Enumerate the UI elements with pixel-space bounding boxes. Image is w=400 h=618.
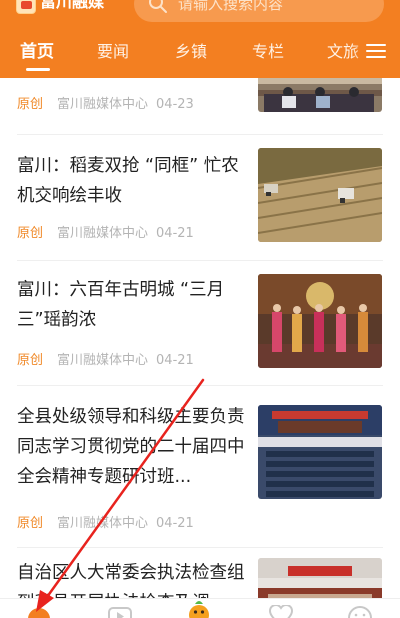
article-tag: 原创: [17, 226, 44, 241]
article-date: 04-21: [156, 226, 194, 241]
app-name: 富川融媒: [40, 0, 105, 11]
app-screen: 富川融媒 请输入搜索内容 首页 要闻 乡镇 专栏 文旅 原创 富川融媒体中心 0…: [0, 0, 400, 618]
divider: [17, 547, 383, 548]
home-icon[interactable]: [26, 605, 52, 618]
app-header: 富川融媒 请输入搜索内容 首页 要闻 乡镇 专栏 文旅: [0, 0, 400, 78]
channel-tabs: 首页 要闻 乡镇 专栏 文旅: [0, 38, 400, 72]
article-source: 富川融媒体中心: [57, 97, 149, 112]
article-tag: 原创: [17, 353, 44, 368]
article-tag: 原创: [17, 97, 44, 112]
article-source: 富川融媒体中心: [57, 353, 149, 368]
article-meta: 原创 富川融媒体中心 04-21: [17, 225, 194, 243]
active-tab-indicator: [26, 68, 50, 71]
tab-towns[interactable]: 乡镇: [175, 38, 207, 66]
article-tag: 原创: [17, 516, 44, 531]
article-title: 富川：六百年古明城 “三月三”瑶韵浓: [17, 280, 225, 330]
divider: [17, 134, 383, 135]
article-date: 04-21: [156, 516, 194, 531]
article-list: 原创 富川融媒体中心 04-23 富川：稻麦双抢 “同框” 忙农机交响绘丰收 原创富…: [0, 78, 400, 598]
search-icon: [149, 0, 167, 13]
article-thumbnail: [258, 558, 382, 598]
article-date: 04-21: [156, 353, 194, 368]
article-thumbnail: [258, 405, 382, 499]
tab-news[interactable]: 要闻: [97, 38, 129, 66]
article-date: 04-23: [156, 97, 194, 112]
article-meta: 原创 富川融媒体中心 04-21: [17, 515, 194, 533]
article-thumbnail: [258, 274, 382, 368]
article-title: 全县处级领导和科级主要负责同志学习贯彻党的二十届四中全会精神专题研讨班...: [17, 407, 245, 487]
article-title: 富川：稻麦双抢 “同框” 忙农机交响绘丰收: [17, 156, 239, 206]
app-logo: [16, 0, 36, 14]
smile-icon[interactable]: [347, 605, 373, 618]
article-source: 富川融媒体中心: [57, 226, 149, 241]
article-meta: 原创 富川融媒体中心 04-23: [17, 96, 194, 114]
heart-icon[interactable]: [268, 605, 294, 618]
tab-columns[interactable]: 专栏: [252, 38, 284, 66]
article-title: 自治区人大常委会执法检查组到我县开展执法检查及调: [17, 563, 245, 598]
article-thumbnail: [258, 148, 382, 242]
divider: [17, 260, 383, 261]
search-input[interactable]: 请输入搜索内容: [134, 0, 384, 22]
video-icon[interactable]: [107, 605, 133, 618]
bottom-nav: [0, 598, 400, 618]
article-thumbnail: [258, 78, 382, 112]
article-meta: 原创 富川融媒体中心 04-21: [17, 352, 194, 370]
tab-home[interactable]: 首页: [20, 38, 54, 66]
article-source: 富川融媒体中心: [57, 516, 149, 531]
divider: [17, 385, 383, 386]
search-placeholder: 请输入搜索内容: [178, 0, 284, 13]
menu-icon[interactable]: [366, 42, 386, 60]
mascot-icon[interactable]: [184, 599, 214, 618]
